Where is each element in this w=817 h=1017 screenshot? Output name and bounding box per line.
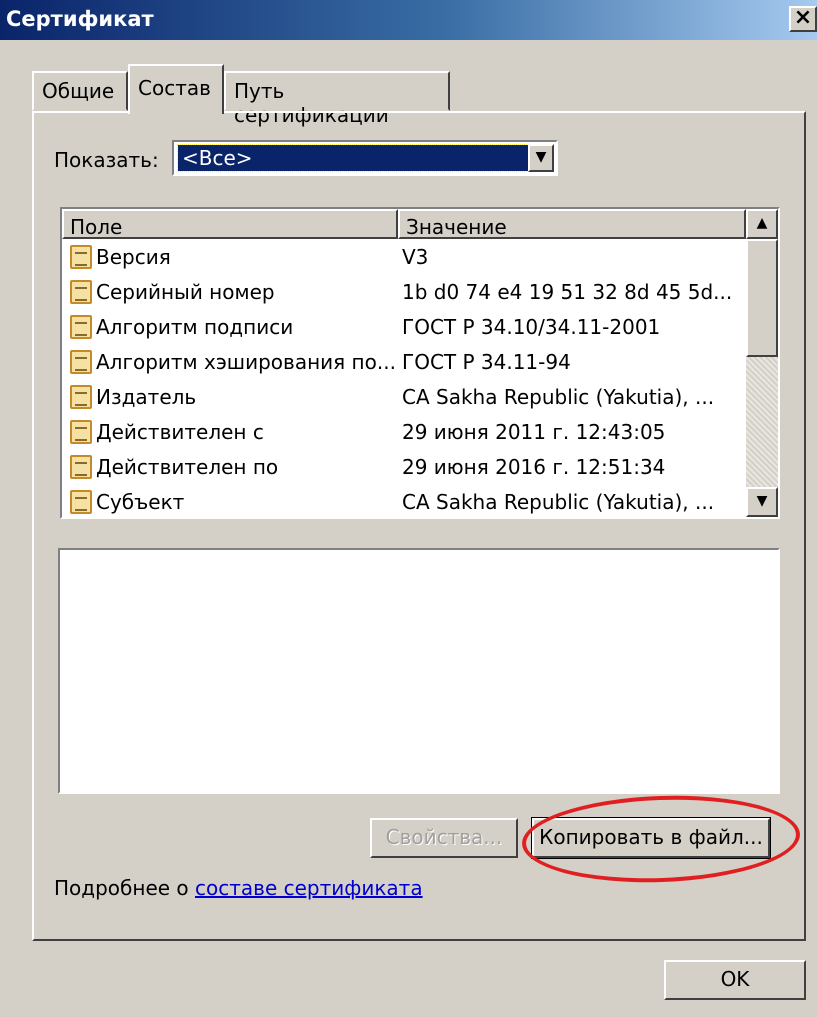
field-icon (70, 314, 92, 339)
field-value: CA Sakha Republic (Yakutia), ... (402, 489, 715, 514)
list-rows: Версия V3 Серийный номер 1b d0 74 e4 19 … (62, 239, 746, 519)
certificate-details-link[interactable]: составе сертификата (195, 876, 423, 900)
properties-button: Свойства... (370, 818, 518, 858)
field-icon (70, 384, 92, 409)
field-name: Действителен по (96, 454, 279, 479)
more-info-text: Подробнее о (54, 876, 196, 900)
field-icon (70, 489, 92, 514)
column-header-value[interactable]: Значение (398, 209, 746, 239)
scroll-thumb[interactable] (746, 239, 778, 357)
list-item[interactable]: Серийный номер 1b d0 74 e4 19 51 32 8d 4… (62, 274, 746, 309)
close-button[interactable]: × (789, 6, 817, 32)
tab-general[interactable]: Общие (32, 71, 128, 111)
list-header: Поле Значение (62, 209, 746, 239)
field-value: ГОСТ Р 34.11-94 (402, 349, 571, 374)
field-value: ГОСТ Р 34.10/34.11-2001 (402, 314, 661, 339)
field-value: 29 июня 2016 г. 12:51:34 (402, 454, 666, 479)
list-item[interactable]: Издатель CA Sakha Republic (Yakutia), ..… (62, 379, 746, 414)
field-value: 29 июня 2011 г. 12:43:05 (402, 419, 666, 444)
list-item[interactable]: Алгоритм подписи ГОСТ Р 34.10/34.11-2001 (62, 309, 746, 344)
list-item[interactable]: Субъект CA Sakha Republic (Yakutia), ... (62, 484, 746, 519)
list-scrollbar[interactable]: ▲ ▼ (746, 209, 778, 517)
window-title: Сертификат (6, 7, 154, 31)
show-select-value: <Все> (177, 144, 529, 172)
field-name: Алгоритм подписи (96, 314, 294, 339)
field-icon (70, 279, 92, 304)
more-info: Подробнее о составе сертификата (54, 876, 423, 900)
column-header-field[interactable]: Поле (62, 209, 398, 239)
scroll-down-icon[interactable]: ▼ (746, 487, 778, 517)
title-bar: Сертификат × (0, 0, 817, 40)
field-icon (70, 349, 92, 374)
tab-details[interactable]: Состав (128, 64, 224, 114)
fields-list[interactable]: Поле Значение Версия V3 Серийный номер 1… (60, 207, 780, 519)
ok-button[interactable]: OK (664, 960, 806, 1000)
field-value: V3 (402, 244, 429, 269)
field-name: Алгоритм хэширования по... (96, 349, 396, 374)
chevron-down-icon[interactable]: ▼ (528, 144, 554, 172)
list-item[interactable]: Действителен по 29 июня 2016 г. 12:51:34 (62, 449, 746, 484)
field-name: Субъект (96, 489, 185, 514)
field-name: Действителен с (96, 419, 264, 444)
field-value: 1b d0 74 e4 19 51 32 8d 45 5d... (402, 279, 733, 304)
tab-certification-path[interactable]: Путь сертификации (224, 71, 450, 127)
show-label: Показать: (54, 148, 159, 172)
field-name: Издатель (96, 384, 197, 409)
list-item[interactable]: Версия V3 (62, 239, 746, 274)
scroll-up-icon[interactable]: ▲ (746, 209, 778, 239)
field-value: CA Sakha Republic (Yakutia), ... (402, 384, 715, 409)
list-item[interactable]: Действителен с 29 июня 2011 г. 12:43:05 (62, 414, 746, 449)
list-item[interactable]: Алгоритм хэширования по... ГОСТ Р 34.11-… (62, 344, 746, 379)
field-details-textarea[interactable] (58, 548, 780, 794)
show-select[interactable]: <Все> ▼ (172, 140, 558, 176)
field-name: Версия (96, 244, 171, 269)
field-icon (70, 244, 92, 269)
field-icon (70, 419, 92, 444)
field-icon (70, 454, 92, 479)
field-name: Серийный номер (96, 279, 275, 304)
